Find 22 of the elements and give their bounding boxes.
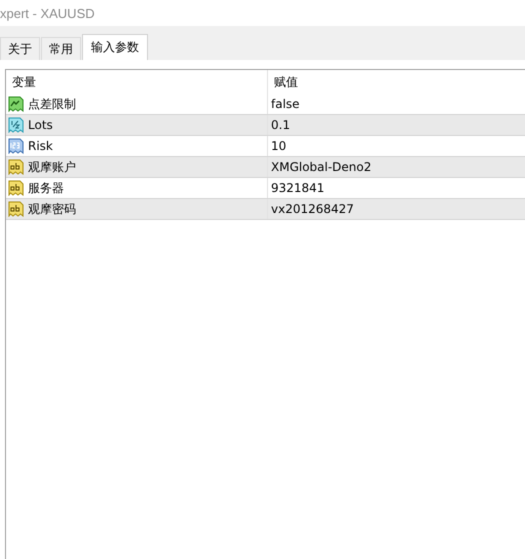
parameter-value[interactable]: 9321841 xyxy=(271,181,324,195)
parameter-value[interactable]: 10 xyxy=(271,139,286,153)
parameter-name: Lots xyxy=(28,118,53,132)
parameter-name: 观摩账户 xyxy=(28,158,76,176)
parameter-value[interactable]: vx201268427 xyxy=(271,202,354,216)
fraction-icon xyxy=(8,117,24,133)
parameter-value[interactable]: XMGlobal-Deno2 xyxy=(271,160,372,174)
parameter-name: 点差限制 xyxy=(28,96,76,112)
parameter-value[interactable]: false xyxy=(271,97,300,111)
parameter-name: 服务器 xyxy=(28,180,64,196)
parameter-name: 观摩密码 xyxy=(28,200,76,218)
parameter-value[interactable]: 0.1 xyxy=(271,118,290,132)
chart-line-icon xyxy=(8,96,24,112)
parameter-name: Risk xyxy=(28,139,53,153)
text-icon xyxy=(8,180,24,196)
column-header: 变量 xyxy=(11,74,37,90)
text-icon xyxy=(8,159,24,175)
tab[interactable]: 关于 xyxy=(0,37,40,60)
tab[interactable]: 常用 xyxy=(41,37,81,60)
tab[interactable]: 输入参数 xyxy=(82,34,148,60)
text-icon xyxy=(8,201,24,217)
window-title: xpert - XAUUSD xyxy=(0,6,95,20)
